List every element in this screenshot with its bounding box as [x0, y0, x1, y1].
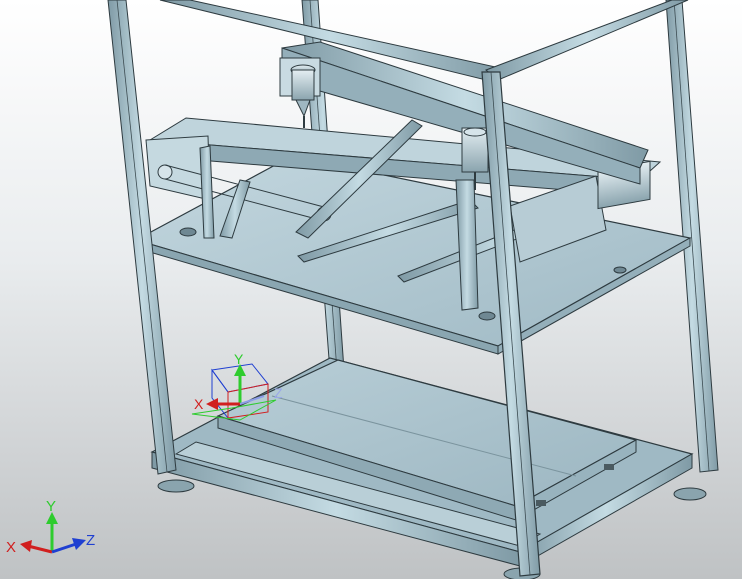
top-beam-diagonal — [159, 0, 689, 81]
triad-y-label: Y — [46, 498, 56, 515]
workplane-x-label: X — [194, 396, 204, 412]
cad-model-scene[interactable]: Y X Z Y X Z — [0, 0, 742, 579]
triad-x-label: X — [6, 539, 16, 556]
workplane-z-label: Z — [274, 385, 283, 401]
triad-z-label: Z — [86, 532, 95, 549]
view-triad[interactable] — [20, 512, 86, 554]
cad-3d-viewport[interactable]: Y X Z Y X Z — [0, 0, 742, 579]
workplane-y-label: Y — [234, 351, 244, 367]
